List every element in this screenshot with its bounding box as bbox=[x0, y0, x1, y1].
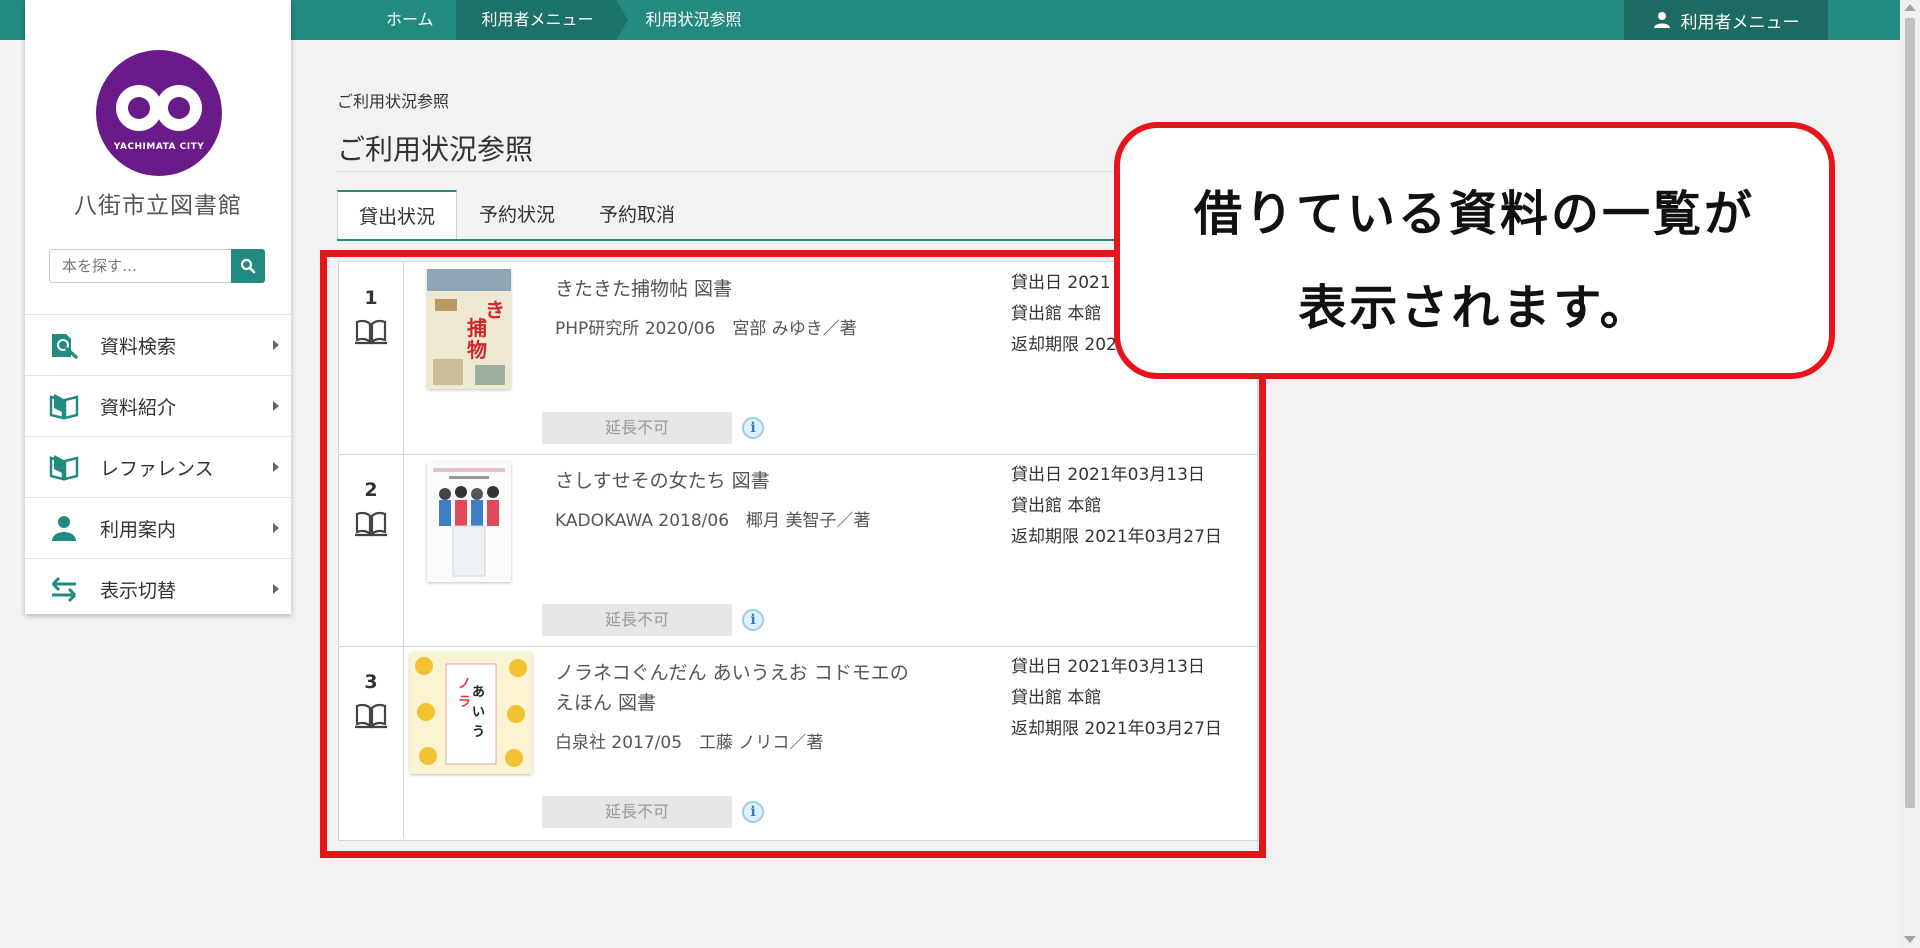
chevron-right-icon bbox=[273, 462, 279, 472]
user-menu-button[interactable]: 利用者メニュー bbox=[1624, 0, 1828, 40]
chevron-right-icon bbox=[273, 340, 279, 350]
tab-reservations[interactable]: 予約状況 bbox=[457, 190, 577, 240]
chevron-right-icon bbox=[273, 523, 279, 533]
user-icon bbox=[1653, 12, 1670, 28]
sidebar-item-reference[interactable]: レファレンス bbox=[25, 436, 291, 497]
logo-text: YACHIMATA CITY bbox=[113, 142, 205, 152]
sidebar: YACHIMATA CITY 八街市立図書館 資料検索 資料紹介 レファレンス … bbox=[25, 0, 291, 614]
city-logo[interactable]: YACHIMATA CITY bbox=[96, 50, 222, 176]
chevron-right-icon bbox=[273, 401, 279, 411]
scroll-up-icon[interactable] bbox=[1904, 4, 1916, 11]
open-book-icon bbox=[49, 394, 79, 420]
book-search-icon bbox=[52, 334, 78, 359]
person-icon bbox=[52, 516, 76, 541]
sidebar-item-label: 利用案内 bbox=[100, 518, 177, 541]
sidebar-nav: 資料検索 資料紹介 レファレンス 利用案内 表示切替 bbox=[25, 314, 291, 619]
sidebar-item-label: レファレンス bbox=[100, 457, 214, 480]
callout-box: 借りている資料の一覧が 表示されます。 bbox=[1114, 122, 1835, 379]
breadcrumb-user-menu[interactable]: 利用者メニュー bbox=[455, 0, 628, 40]
callout-line: 借りている資料の一覧が bbox=[1193, 186, 1755, 242]
page-title: ご利用状況参照 bbox=[337, 133, 534, 166]
search-button[interactable] bbox=[231, 249, 265, 283]
callout-line: 表示されます。 bbox=[1298, 280, 1651, 336]
chevron-right-icon bbox=[273, 584, 279, 594]
tab-cancel-reservations[interactable]: 予約取消 bbox=[577, 190, 697, 240]
breadcrumb-home[interactable]: ホーム bbox=[360, 0, 456, 40]
sidebar-item-label: 資料検索 bbox=[100, 335, 177, 358]
page-breadcrumb: ご利用状況参照 bbox=[337, 92, 450, 111]
sidebar-item-label: 資料紹介 bbox=[100, 396, 177, 419]
sidebar-item-label: 表示切替 bbox=[100, 579, 177, 602]
search-icon bbox=[240, 258, 256, 274]
sidebar-item-search[interactable]: 資料検索 bbox=[25, 314, 291, 375]
switch-arrows-icon bbox=[51, 576, 77, 603]
user-menu-label: 利用者メニュー bbox=[1680, 12, 1800, 33]
breadcrumb: ホーム 利用者メニュー 利用状況参照 bbox=[360, 0, 764, 40]
breadcrumb-usage-status: 利用状況参照 bbox=[645, 10, 742, 29]
tab-loans[interactable]: 貸出状況 bbox=[337, 190, 457, 240]
sidebar-item-introduction[interactable]: 資料紹介 bbox=[25, 375, 291, 436]
library-name[interactable]: 八街市立図書館 bbox=[25, 186, 291, 220]
sidebar-item-display-switch[interactable]: 表示切替 bbox=[25, 558, 291, 619]
sidebar-item-guide[interactable]: 利用案内 bbox=[25, 497, 291, 558]
search-input[interactable] bbox=[49, 249, 231, 283]
open-book-icon bbox=[49, 455, 79, 481]
scrollbar-thumb[interactable] bbox=[1905, 18, 1915, 808]
scroll-down-icon[interactable] bbox=[1904, 936, 1916, 943]
